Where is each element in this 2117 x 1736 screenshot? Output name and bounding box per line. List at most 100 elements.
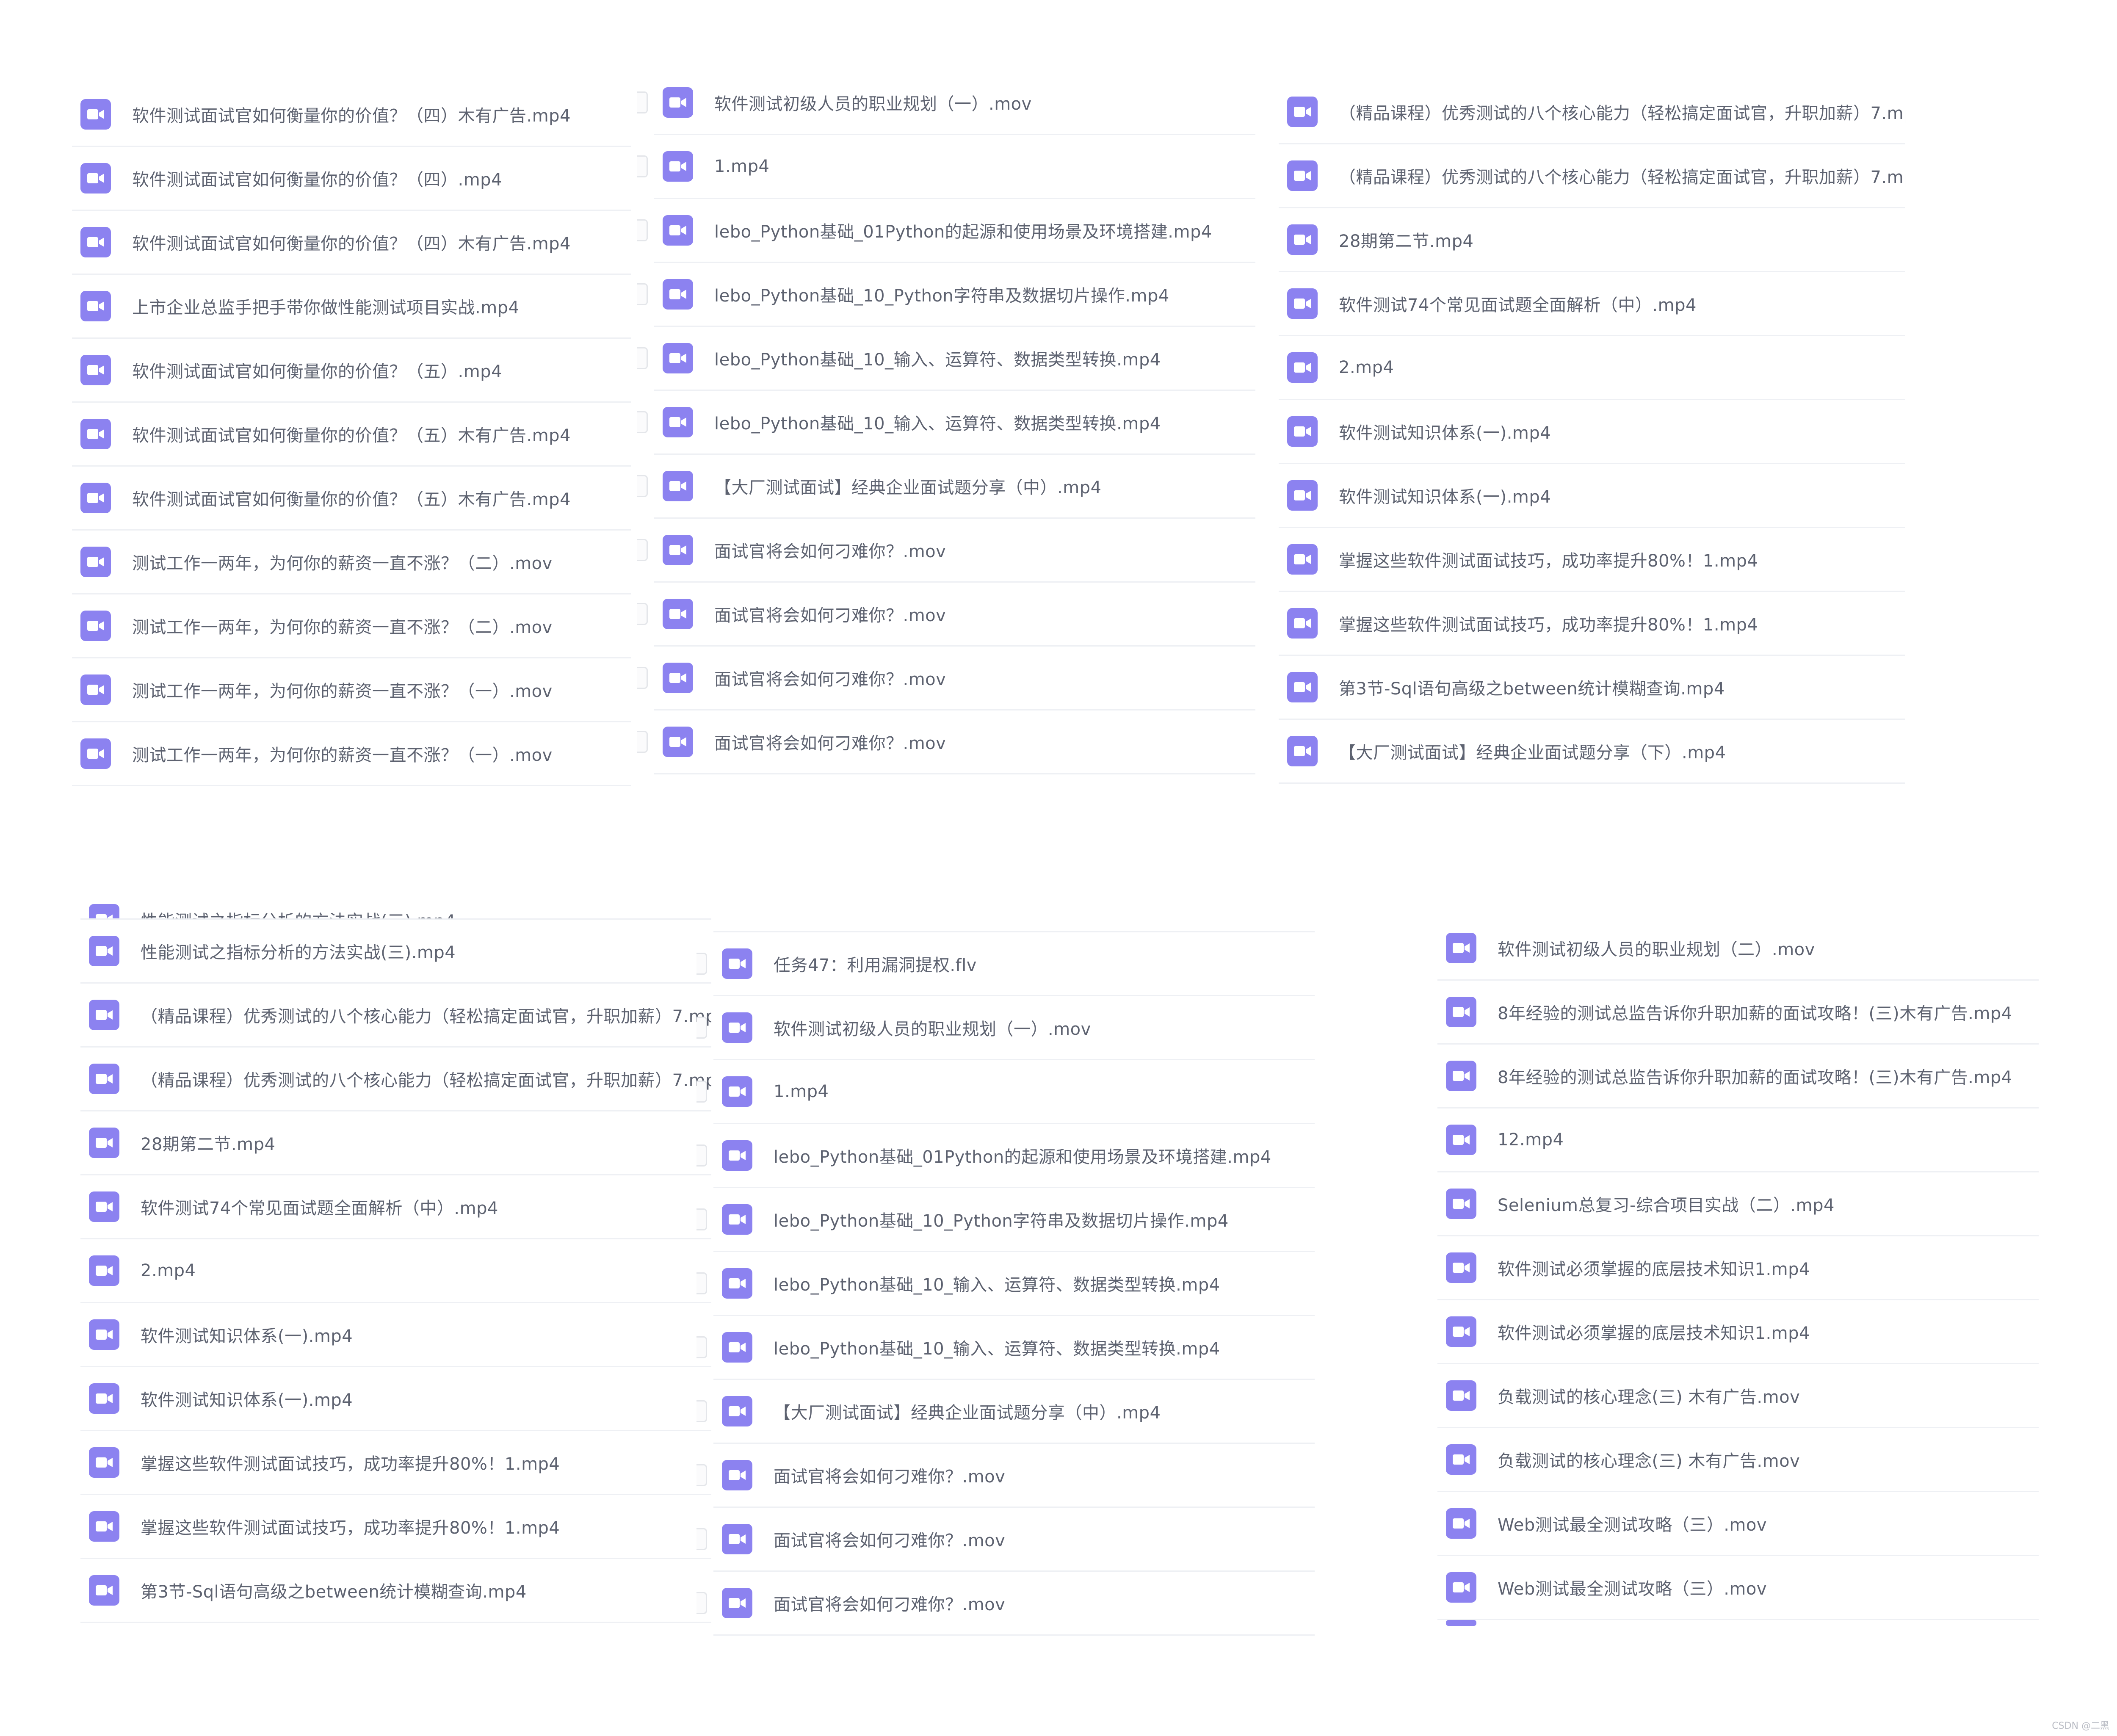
- row-checkbox[interactable]: [696, 1400, 707, 1422]
- file-name: 上市企业总监手把手带你做性能测试项目实战.mp4: [132, 298, 520, 318]
- row-checkbox[interactable]: [696, 1017, 707, 1039]
- file-row[interactable]: Selenium总复习-综合项目实战（二）.mp4: [1437, 1172, 2039, 1236]
- file-row[interactable]: 1.mp4: [696, 1060, 1315, 1124]
- file-row[interactable]: 测试工作一两年，为何你的薪资一直不涨？（二）.mov: [72, 594, 631, 658]
- file-row[interactable]: 12.mp4: [1437, 1108, 2039, 1172]
- video-file-icon: [80, 355, 111, 385]
- file-row[interactable]: 软件测试知识体系(一).mp4: [80, 1367, 711, 1431]
- row-checkbox[interactable]: [637, 155, 648, 177]
- row-checkbox[interactable]: [696, 1528, 707, 1550]
- file-row[interactable]: Web测试最全测试攻略（三）.mov: [1437, 1492, 2039, 1556]
- file-row[interactable]: 软件测试知识体系(一).mp4: [80, 1303, 711, 1367]
- file-row[interactable]: 2.mp4: [80, 1239, 711, 1303]
- file-row[interactable]: 任务47：利用漏洞提权.flv: [696, 932, 1315, 996]
- file-row[interactable]: 掌握这些软件测试面试技巧，成功率提升80%！1.mp4: [1279, 592, 1905, 656]
- file-row[interactable]: 面试官将会如何刁难你？.mov: [696, 1444, 1315, 1508]
- file-row[interactable]: 8年经验的测试总监告诉你升职加薪的面试攻略！(三)木有广告.mp4: [1437, 981, 2039, 1045]
- file-row[interactable]: 软件测试74个常见面试题全面解析（中）.mp4: [1279, 272, 1905, 336]
- file-row[interactable]: 【大厂测试面试】经典企业面试题分享（中）.mp4: [637, 455, 1255, 519]
- file-row[interactable]: 1.mp4: [637, 135, 1255, 199]
- row-checkbox[interactable]: [696, 953, 707, 975]
- file-name: 第3节-Sql语句高级之between统计模糊查询.mp4: [141, 1582, 527, 1602]
- file-row[interactable]: 第3节-Sql语句高级之between统计模糊查询.mp4: [1279, 656, 1905, 720]
- file-row[interactable]: lebo_Python基础_10_Python字符串及数据切片操作.mp4: [637, 263, 1255, 327]
- row-checkbox[interactable]: [637, 475, 648, 497]
- file-row[interactable]: 【大厂测试面试】经典企业面试题分享（下）.mp4: [1279, 720, 1905, 784]
- file-row[interactable]: 软件测试初级人员的职业规划（一）.mov: [637, 71, 1255, 135]
- row-checkbox[interactable]: [637, 603, 648, 625]
- file-row[interactable]: 掌握这些软件测试面试技巧，成功率提升80%！1.mp4: [1279, 528, 1905, 592]
- file-row[interactable]: 软件测试面试官如何衡量你的价值？（四）木有广告.mp4: [72, 83, 631, 147]
- file-row[interactable]: 软件测试必须掌握的底层技术知识1.mp4: [1437, 1300, 2039, 1364]
- file-row-clipped[interactable]: [713, 907, 1315, 932]
- file-row[interactable]: 软件测试初级人员的职业规划（二）.mov: [1437, 917, 2039, 981]
- file-row[interactable]: 负载测试的核心理念(三) 木有广告.mov: [1437, 1364, 2039, 1428]
- file-row[interactable]: 掌握这些软件测试面试技巧，成功率提升80%！1.mp4: [80, 1431, 711, 1495]
- file-row[interactable]: 面试官将会如何刁难你？.mov: [637, 519, 1255, 583]
- file-row-clipped[interactable]: [1437, 1620, 2039, 1628]
- file-row[interactable]: lebo_Python基础_01Python的起源和使用场景及环境搭建.mp4: [696, 1124, 1315, 1188]
- file-row[interactable]: 软件测试面试官如何衡量你的价值？（四）.mp4: [72, 147, 631, 211]
- file-row[interactable]: 软件测试初级人员的职业规划（一）.mov: [696, 996, 1315, 1060]
- file-row[interactable]: 28期第二节.mp4: [1279, 208, 1905, 272]
- row-checkbox[interactable]: [637, 411, 648, 433]
- row-checkbox[interactable]: [696, 1336, 707, 1358]
- file-row[interactable]: 软件测试面试官如何衡量你的价值？（四）木有广告.mp4: [72, 211, 631, 275]
- file-name: 面试官将会如何刁难你？.mov: [714, 606, 946, 625]
- file-row[interactable]: 【大厂测试面试】经典企业面试题分享（中）.mp4: [696, 1380, 1315, 1444]
- row-checkbox[interactable]: [637, 347, 648, 369]
- row-checkbox[interactable]: [696, 1208, 707, 1230]
- video-file-icon: [1446, 1620, 1476, 1626]
- file-row[interactable]: 面试官将会如何刁难你？.mov: [637, 647, 1255, 710]
- file-row[interactable]: （精品课程）优秀测试的八个核心能力（轻松搞定面试官，升职加薪）7.mp: [80, 1048, 711, 1111]
- file-row[interactable]: lebo_Python基础_10_输入、运算符、数据类型转换.mp4: [696, 1252, 1315, 1316]
- file-row[interactable]: 面试官将会如何刁难你？.mov: [637, 583, 1255, 647]
- file-name: 【大厂测试面试】经典企业面试题分享（下）.mp4: [1339, 743, 1726, 763]
- file-row[interactable]: 面试官将会如何刁难你？.mov: [696, 1572, 1315, 1636]
- file-row[interactable]: 面试官将会如何刁难你？.mov: [696, 1508, 1315, 1572]
- row-checkbox[interactable]: [637, 283, 648, 305]
- row-checkbox[interactable]: [696, 1081, 707, 1103]
- watermark: CSDN @二黑: [2052, 1721, 2109, 1731]
- row-checkbox[interactable]: [637, 667, 648, 689]
- row-checkbox[interactable]: [696, 1464, 707, 1486]
- file-row[interactable]: 软件测试74个常见面试题全面解析（中）.mp4: [80, 1175, 711, 1239]
- file-row[interactable]: 软件测试知识体系(一).mp4: [1279, 464, 1905, 528]
- file-row[interactable]: 性能测试之指标分析的方法实战(三).mp4: [80, 894, 711, 920]
- video-file-icon: [722, 1012, 752, 1043]
- file-row[interactable]: 软件测试面试官如何衡量你的价值？（五）木有广告.mp4: [72, 467, 631, 531]
- file-row[interactable]: 测试工作一两年，为何你的薪资一直不涨？（一）.mov: [72, 658, 631, 722]
- row-checkbox[interactable]: [637, 219, 648, 241]
- file-row[interactable]: lebo_Python基础_10_Python字符串及数据切片操作.mp4: [696, 1188, 1315, 1252]
- file-row[interactable]: Web测试最全测试攻略（三）.mov: [1437, 1556, 2039, 1620]
- file-row[interactable]: 上市企业总监手把手带你做性能测试项目实战.mp4: [72, 275, 631, 339]
- row-checkbox[interactable]: [637, 91, 648, 113]
- file-row[interactable]: 负载测试的核心理念(三) 木有广告.mov: [1437, 1428, 2039, 1492]
- file-row[interactable]: （精品课程）优秀测试的八个核心能力（轻松搞定面试官，升职加薪）7.mp: [1279, 144, 1905, 208]
- file-row[interactable]: lebo_Python基础_01Python的起源和使用场景及环境搭建.mp4: [637, 199, 1255, 263]
- file-row[interactable]: 面试官将会如何刁难你？.mov: [637, 710, 1255, 774]
- file-row[interactable]: （精品课程）优秀测试的八个核心能力（轻松搞定面试官，升职加薪）7.mp: [80, 984, 711, 1048]
- file-row[interactable]: 掌握这些软件测试面试技巧，成功率提升80%！1.mp4: [80, 1495, 711, 1559]
- row-checkbox[interactable]: [696, 1272, 707, 1294]
- file-row[interactable]: 软件测试知识体系(一).mp4: [1279, 400, 1905, 464]
- file-row[interactable]: 软件测试必须掌握的底层技术知识1.mp4: [1437, 1236, 2039, 1300]
- file-row[interactable]: 8年经验的测试总监告诉你升职加薪的面试攻略！(三)木有广告.mp4: [1437, 1045, 2039, 1108]
- file-row[interactable]: 测试工作一两年，为何你的薪资一直不涨？（二）.mov: [72, 531, 631, 594]
- row-checkbox[interactable]: [696, 1592, 707, 1614]
- row-checkbox[interactable]: [637, 731, 648, 753]
- video-file-icon: [663, 151, 693, 182]
- file-row[interactable]: （精品课程）优秀测试的八个核心能力（轻松搞定面试官，升职加薪）7.mp: [1279, 80, 1905, 144]
- file-row[interactable]: 测试工作一两年，为何你的薪资一直不涨？（一）.mov: [72, 722, 631, 786]
- file-row[interactable]: lebo_Python基础_10_输入、运算符、数据类型转换.mp4: [637, 391, 1255, 455]
- row-checkbox[interactable]: [696, 1144, 707, 1167]
- file-row[interactable]: lebo_Python基础_10_输入、运算符、数据类型转换.mp4: [637, 327, 1255, 391]
- file-row[interactable]: 性能测试之指标分析的方法实战(三).mp4: [80, 920, 711, 984]
- file-row[interactable]: 软件测试面试官如何衡量你的价值？（五）.mp4: [72, 339, 631, 403]
- file-row[interactable]: lebo_Python基础_10_输入、运算符、数据类型转换.mp4: [696, 1316, 1315, 1380]
- file-row[interactable]: 28期第二节.mp4: [80, 1111, 711, 1175]
- file-row[interactable]: 软件测试面试官如何衡量你的价值？（五）木有广告.mp4: [72, 403, 631, 467]
- row-checkbox[interactable]: [637, 539, 648, 561]
- file-row[interactable]: 第3节-Sql语句高级之between统计模糊查询.mp4: [80, 1559, 711, 1623]
- file-row[interactable]: 2.mp4: [1279, 336, 1905, 400]
